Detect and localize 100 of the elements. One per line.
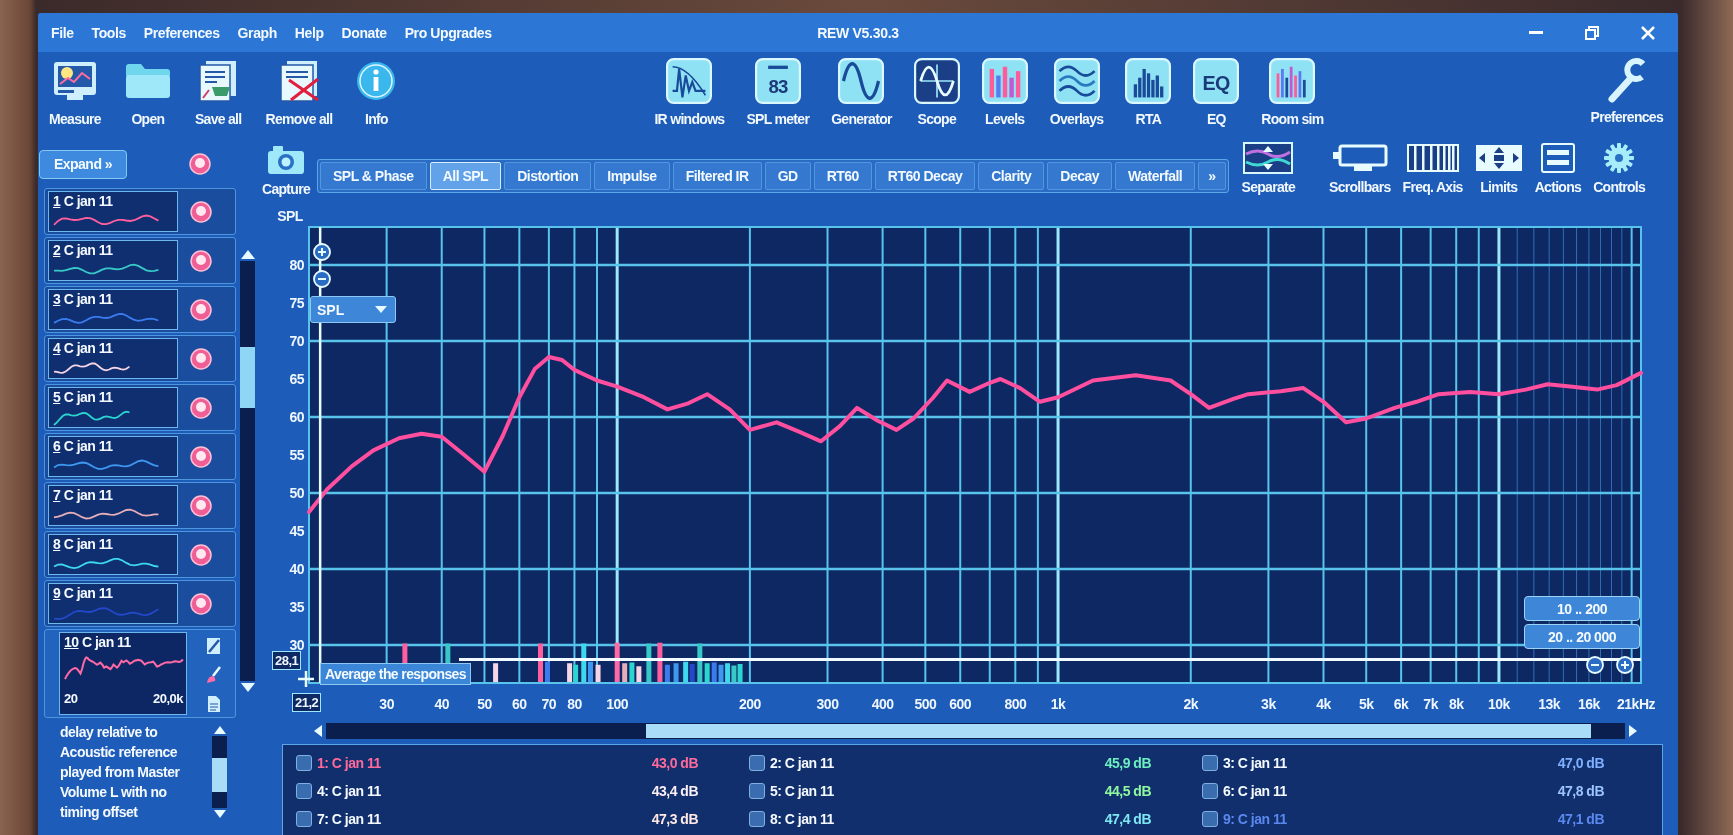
overlays-button[interactable]: Overlays [1046, 57, 1107, 127]
axis-tick-label: 8k [1448, 696, 1464, 712]
legend-checkbox[interactable] [749, 811, 765, 827]
tab[interactable]: RT60 [813, 162, 872, 190]
tab[interactable]: Waterfall [1115, 162, 1196, 190]
info-icon [356, 61, 397, 101]
measurement-item[interactable]: 5 C jan 11 [44, 384, 236, 431]
legend-label: 3: C jan 11 [1223, 755, 1287, 771]
scroll-thumb[interactable] [212, 758, 227, 792]
room-sim-button[interactable]: Room sim [1258, 57, 1327, 127]
axis-tick-label: 40 [434, 696, 449, 712]
open-button[interactable]: Open [121, 57, 174, 127]
eq-icon: EQ [1193, 58, 1240, 104]
measurement-item[interactable]: 9 C jan 11 [44, 580, 236, 627]
info-button[interactable]: Info [353, 57, 400, 127]
split-view-icon [1243, 142, 1294, 174]
axis-tick-label: 300 [816, 696, 839, 712]
axis-tick-label: 45 [289, 523, 304, 539]
limits-button[interactable]: Limits [1471, 141, 1526, 195]
generator-button[interactable]: Generator [828, 57, 895, 127]
range-button[interactable]: 10 .. 200 [1524, 596, 1640, 621]
measurement-label: 6 C jan 11 [53, 438, 114, 454]
sine-wave-icon [838, 58, 885, 104]
dot-icon [190, 200, 212, 223]
minimize-icon [1529, 31, 1543, 34]
scrollbars-button[interactable]: Scrollbars [1326, 141, 1394, 195]
legend-checkbox[interactable] [1202, 755, 1218, 771]
menu-item[interactable]: Tools [82, 20, 135, 45]
scope-button[interactable]: Scope [910, 57, 963, 127]
legend-value: 43,4 dB [651, 783, 698, 799]
range-button[interactable]: 20 .. 20 000 [1524, 624, 1640, 649]
tooltip: Average the responses [320, 663, 471, 685]
eq-button[interactable]: EQ EQ [1190, 57, 1243, 127]
remove-button[interactable]: Remove all [262, 57, 336, 127]
rta-button[interactable]: RTA [1122, 57, 1175, 127]
zoom-out-button[interactable] [1586, 656, 1604, 674]
legend-checkbox[interactable] [296, 811, 312, 827]
legend-checkbox[interactable] [749, 783, 765, 799]
levels-button[interactable]: Levels [978, 57, 1031, 127]
tab[interactable]: Impulse [594, 162, 670, 190]
actions-button[interactable]: Actions [1531, 141, 1585, 195]
axis-tick-label: 600 [949, 696, 972, 712]
zoom-in-button[interactable] [313, 243, 331, 261]
measure-button[interactable]: Measure [46, 57, 104, 127]
tab[interactable]: RT60 Decay [874, 162, 976, 190]
tab[interactable]: Filtered IR [672, 162, 762, 190]
measurement-label: 10 C jan 11 [64, 634, 132, 650]
tab[interactable]: SPL & Phase [320, 162, 427, 190]
controls-button[interactable]: Controls [1590, 141, 1649, 195]
measurement-item[interactable]: 8 C jan 11 [44, 531, 236, 578]
dot-icon [190, 543, 212, 566]
more-tabs-button[interactable]: » [1198, 162, 1226, 190]
ir-windows-button[interactable]: IR windows [651, 57, 728, 127]
measurement-item[interactable]: 6 C jan 11 [44, 433, 236, 480]
spl-meter-button[interactable]: 83 SPL meter [743, 57, 813, 127]
brush-icon [206, 666, 222, 684]
measurement-item[interactable]: 3 C jan 11 [44, 286, 236, 333]
legend-checkbox[interactable] [1202, 811, 1218, 827]
measurement-item[interactable]: 4 C jan 11 [44, 335, 236, 382]
measurement-item[interactable]: 2 C jan 11 [44, 237, 236, 284]
tab[interactable]: Decay [1047, 162, 1113, 190]
tab[interactable]: Clarity [978, 162, 1045, 190]
preferences-button[interactable]: Preferences [1587, 57, 1666, 125]
expand-button[interactable]: Expand » [39, 149, 127, 179]
level-bars-icon [981, 58, 1028, 104]
axis-tick-label: 100 [606, 696, 629, 712]
legend-checkbox[interactable] [296, 783, 312, 799]
menu-item[interactable]: Help [285, 20, 333, 45]
axis-tick-label: 500 [914, 696, 937, 712]
tab[interactable]: GD [764, 162, 811, 190]
axis-tick-label: 70 [541, 696, 557, 712]
meter-icon: 83 [754, 58, 801, 104]
measurement-item[interactable]: 10 C jan 11 20 20,0k [44, 629, 236, 718]
scroll-thumb[interactable] [646, 724, 1591, 738]
zoom-out-button[interactable] [313, 270, 331, 288]
axis-tick-label: 400 [871, 696, 894, 712]
tab[interactable]: Distortion [504, 162, 592, 190]
measurement-item[interactable]: 7 C jan 11 [44, 482, 236, 529]
dot-icon [190, 347, 212, 370]
caret-icon [375, 306, 387, 313]
legend-checkbox[interactable] [296, 755, 312, 771]
menu-item[interactable]: File [42, 20, 83, 45]
y-axis-dropdown[interactable]: SPL [310, 296, 396, 323]
capture-button[interactable]: Capture [258, 145, 314, 197]
axis-tick-label: 4k [1316, 696, 1331, 712]
menu-item[interactable]: Graph [228, 20, 286, 45]
measurement-label: 8 C jan 11 [53, 536, 114, 552]
menu-item[interactable]: Preferences [134, 20, 229, 45]
legend-checkbox[interactable] [1202, 783, 1218, 799]
menu-item[interactable]: Pro Upgrades [395, 20, 501, 45]
zoom-in-button[interactable] [1616, 656, 1634, 674]
separate-button[interactable]: Separate [1238, 141, 1299, 195]
freq-axis-button[interactable]: Freq. Axis [1399, 141, 1466, 195]
restore-icon [1585, 25, 1599, 40]
scroll-thumb[interactable] [240, 347, 255, 408]
save-button[interactable]: Save all [191, 57, 245, 127]
legend-checkbox[interactable] [749, 755, 765, 771]
measurement-item[interactable]: 1 C jan 11 [44, 188, 236, 235]
menu-item[interactable]: Donate [332, 20, 396, 45]
legend-label: 6: C jan 11 [1223, 783, 1287, 799]
